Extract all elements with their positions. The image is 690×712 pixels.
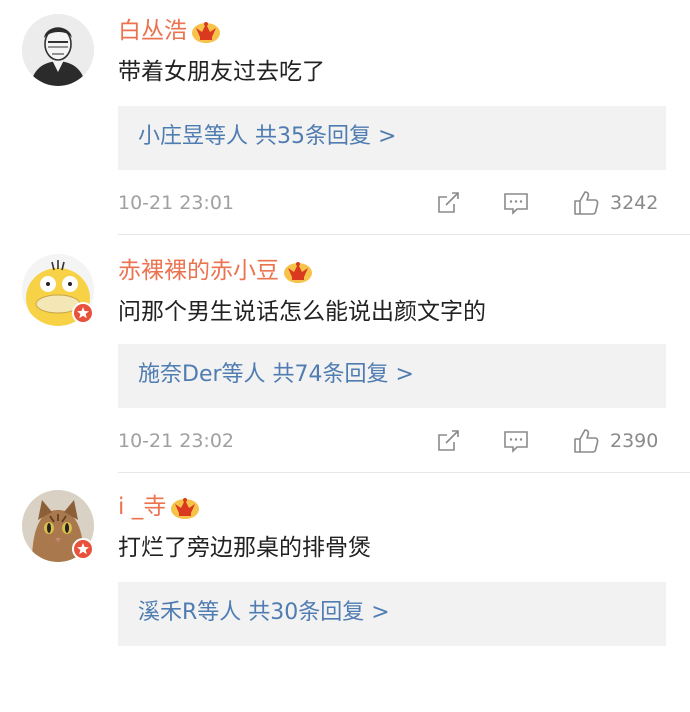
replies-box[interactable]: 溪禾R等人 共30条回复 >	[118, 582, 666, 646]
replies-box[interactable]: 小庄昱等人 共35条回复 >	[118, 106, 666, 170]
crown-icon	[192, 22, 220, 43]
comment-item: 赤裸裸的赤小豆 问那个男生说话怎么能说出颜文字的 施奈Der等人 共74条回复 …	[0, 240, 690, 476]
comment-icon[interactable]	[502, 427, 530, 455]
like-count: 2390	[610, 430, 659, 452]
username-row: i _寺	[118, 490, 200, 524]
comment-item: i _寺 打烂了旁边那桌的排骨煲 溪禾R等人 共30条回复 >	[0, 476, 690, 712]
comment-text: 带着女朋友过去吃了	[118, 59, 325, 85]
thumbs-up-icon[interactable]	[572, 427, 600, 455]
replies-box[interactable]: 施奈Der等人 共74条回复 >	[118, 344, 666, 408]
timestamp: 10-21 23:01	[118, 192, 235, 214]
divider	[118, 234, 690, 235]
username[interactable]: i _寺	[118, 492, 166, 522]
username-row: 白丛浩	[118, 14, 221, 48]
comment-text: 打烂了旁边那桌的排骨煲	[118, 535, 371, 561]
verified-badge-icon	[72, 538, 94, 560]
comment-icon[interactable]	[502, 189, 530, 217]
comment-text: 问那个男生说话怎么能说出颜文字的	[118, 299, 486, 325]
comment-meta: 10-21 23:02 2390	[118, 426, 666, 456]
comment-meta: 10-21 23:01 3242	[118, 188, 666, 218]
username-row: 赤裸裸的赤小豆	[118, 254, 313, 288]
replies-link[interactable]: 施奈Der等人 共74条回复 >	[138, 360, 414, 390]
username[interactable]: 白丛浩	[118, 16, 187, 46]
replies-link[interactable]: 小庄昱等人 共35条回复 >	[138, 122, 396, 152]
replies-link[interactable]: 溪禾R等人 共30条回复 >	[138, 598, 390, 628]
comment-item: 白丛浩 带着女朋友过去吃了 小庄昱等人 共35条回复 > 10-21 23:01…	[0, 0, 690, 240]
divider	[118, 472, 690, 473]
like-count: 3242	[610, 192, 659, 214]
sketch-portrait-avatar[interactable]	[22, 14, 94, 86]
username[interactable]: 赤裸裸的赤小豆	[118, 256, 279, 286]
thumbs-up-icon[interactable]	[572, 189, 600, 217]
verified-badge-icon	[72, 302, 94, 324]
share-icon[interactable]	[434, 427, 462, 455]
crown-icon	[171, 498, 200, 519]
share-icon[interactable]	[434, 189, 462, 217]
crown-icon	[284, 262, 312, 283]
timestamp: 10-21 23:02	[118, 430, 235, 452]
